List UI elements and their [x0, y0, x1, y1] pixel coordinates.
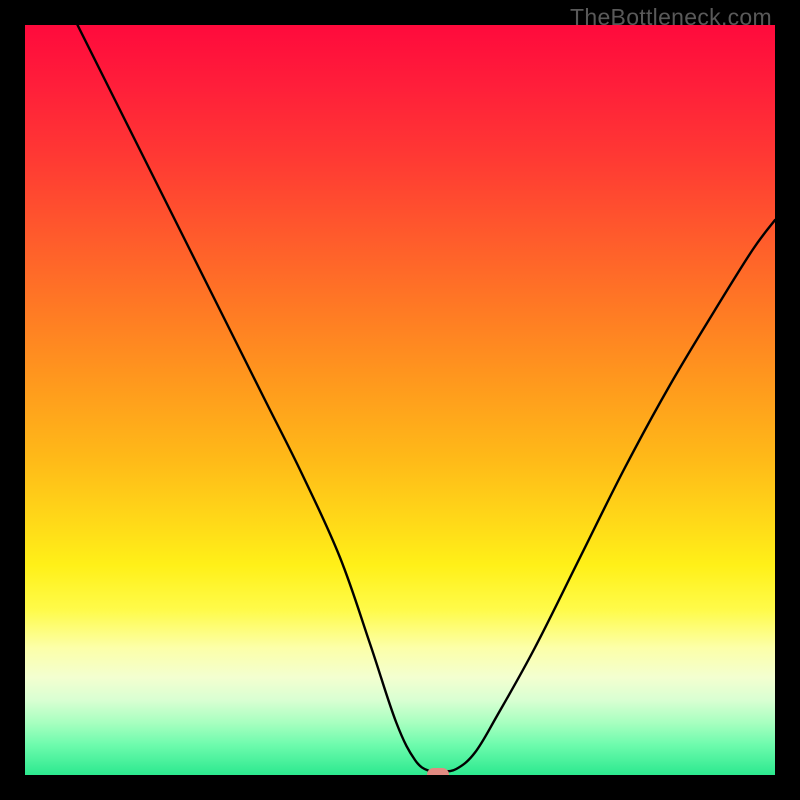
- plot-area: [25, 25, 775, 775]
- chart-stage: TheBottleneck.com: [0, 0, 800, 800]
- minimum-marker: [427, 768, 449, 776]
- bottleneck-curve-path: [78, 25, 776, 772]
- curve-svg: [25, 25, 775, 775]
